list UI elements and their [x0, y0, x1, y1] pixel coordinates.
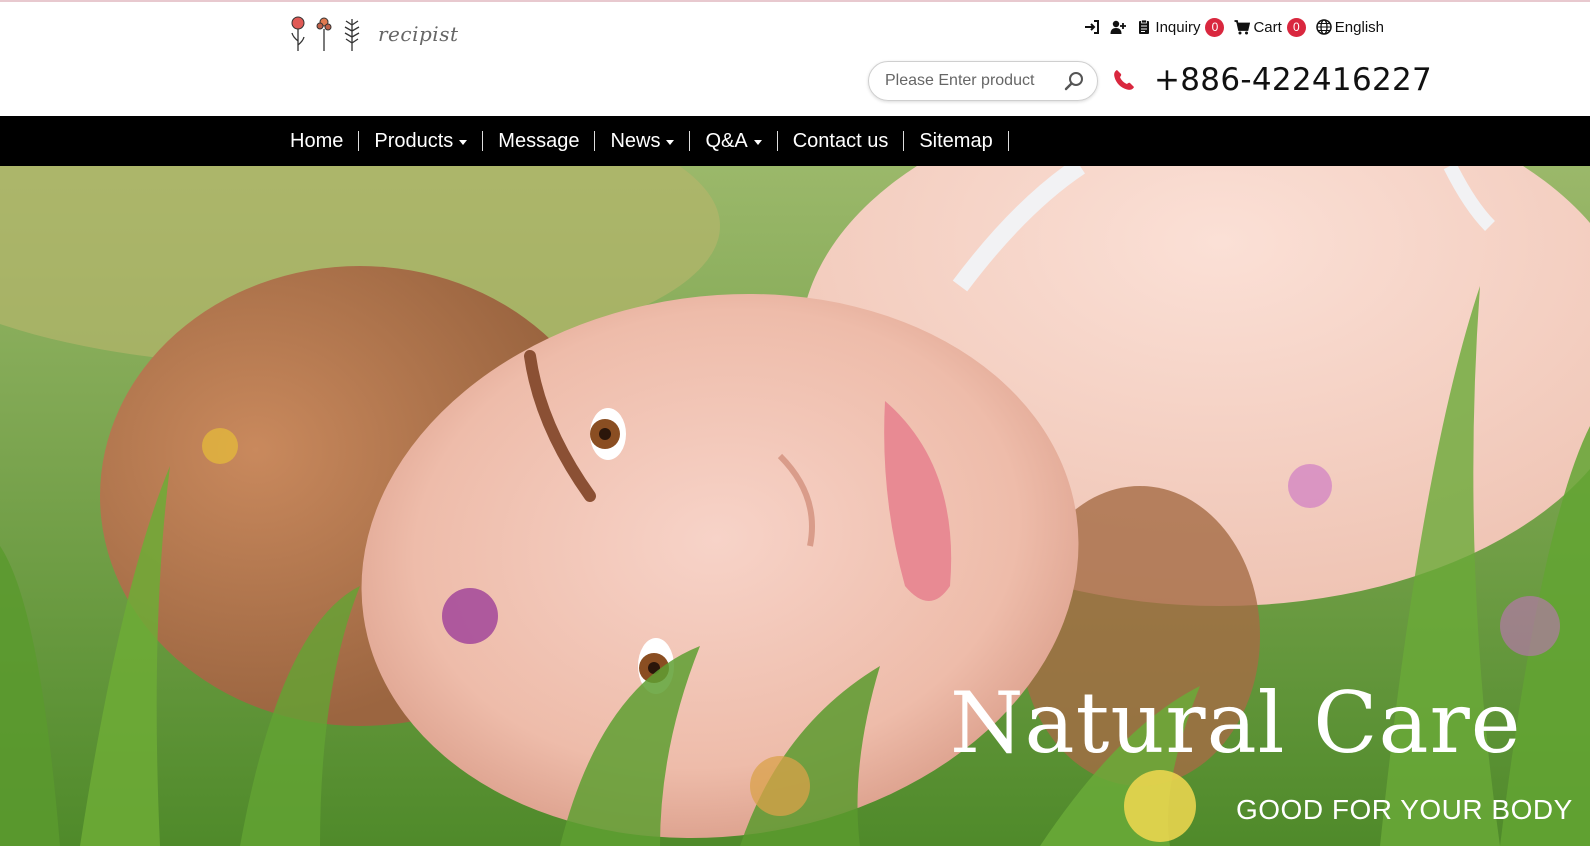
nav-item-label: News — [610, 129, 661, 152]
caret-down-icon — [666, 139, 675, 145]
caret-down-icon — [753, 139, 762, 145]
clipboard-icon — [1139, 19, 1150, 34]
cart-link[interactable]: Cart 0 — [1234, 17, 1306, 37]
inquiry-link[interactable]: Inquiry 0 — [1136, 17, 1225, 37]
nav-item-label: Products — [374, 129, 454, 152]
nav-item-label: Home — [290, 129, 344, 152]
user-plus-icon — [1110, 20, 1127, 34]
nav-item-label: Contact us — [792, 129, 889, 152]
search-icon[interactable] — [1063, 70, 1085, 92]
phone-icon — [1114, 70, 1134, 90]
search-input[interactable] — [885, 72, 1055, 90]
nav-item-label: Message — [498, 129, 580, 152]
nav-item-news[interactable]: News — [595, 129, 691, 152]
login-link[interactable] — [1084, 19, 1100, 35]
product-search — [868, 61, 1098, 101]
site-header: recipist Inquiry 0 Cart 0 English Please… — [0, 2, 1590, 116]
caret-down-icon — [459, 139, 468, 145]
contact-phone: +886-422416227 — [1112, 60, 1432, 100]
nav-item-label: Q&A — [705, 129, 748, 152]
cart-label: Cart — [1253, 18, 1282, 36]
language-selector[interactable]: English — [1316, 19, 1384, 36]
nav-item-qa[interactable]: Q&A — [690, 129, 778, 152]
sign-in-icon — [1085, 20, 1100, 34]
globe-icon — [1316, 19, 1332, 35]
nav-item-contact[interactable]: Contact us — [778, 129, 905, 152]
language-label: English — [1334, 18, 1384, 36]
nav-item-sitemap[interactable]: Sitemap — [904, 129, 1009, 152]
nav-item-products[interactable]: Products — [359, 129, 484, 152]
brand-logo[interactable]: recipist — [290, 14, 460, 54]
cart-count-badge: 0 — [1286, 17, 1306, 37]
inquiry-count-badge: 0 — [1205, 17, 1225, 37]
register-link[interactable] — [1110, 19, 1127, 35]
inquiry-label: Inquiry — [1155, 18, 1201, 36]
phone-number[interactable]: +886-422416227 — [1154, 62, 1432, 98]
hero-subtitle: GOOD FOR YOUR BODY — [1236, 794, 1573, 825]
shopping-cart-icon — [1234, 20, 1251, 35]
nav-item-message[interactable]: Message — [483, 129, 596, 152]
top-links: Inquiry 0 Cart 0 English — [1084, 16, 1384, 38]
hero-title: Natural Care — [950, 674, 1522, 772]
brand-name: recipist — [378, 22, 459, 46]
hero-banner[interactable]: Natural Care GOOD FOR YOUR BODY — [0, 166, 1590, 846]
main-nav: Home Products Message News Q&A Contact u… — [0, 116, 1590, 166]
nav-item-label: Sitemap — [919, 129, 993, 152]
flower-logo-icon — [291, 16, 360, 51]
nav-item-home[interactable]: Home — [290, 129, 360, 152]
